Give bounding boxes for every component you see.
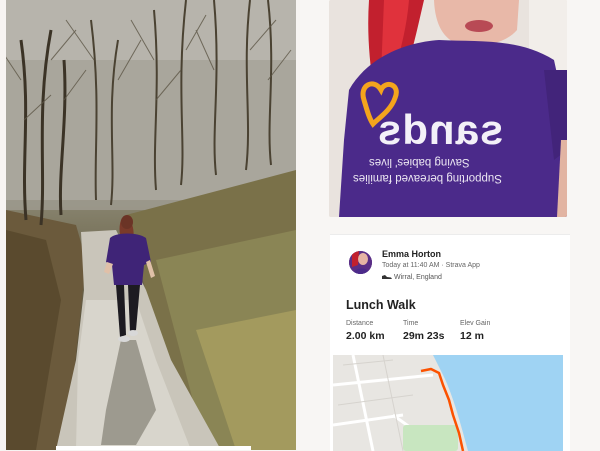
activity-card[interactable]: Emma Horton Today at 11:40 AM · Strava A… <box>330 234 570 451</box>
right-column: sands Saving babies' lives Supporting be… <box>300 0 600 451</box>
photo-bottom-bar <box>56 446 251 450</box>
shirt-logo-text: sands <box>377 106 504 153</box>
activity-title[interactable]: Lunch Walk <box>346 298 416 312</box>
shirt-tagline-1: Saving babies' lives <box>369 156 470 168</box>
selfie-photo: sands Saving babies' lives Supporting be… <box>329 0 567 217</box>
user-name[interactable]: Emma Horton <box>382 249 441 259</box>
location-row: Wirral, England <box>382 274 442 281</box>
stat-value: 2.00 km <box>346 330 385 342</box>
shoe-icon <box>382 275 392 280</box>
location-text: Wirral, England <box>394 274 442 281</box>
stat-value: 29m 23s <box>403 330 445 342</box>
stat-label: Distance <box>346 320 374 327</box>
avatar[interactable] <box>349 251 372 274</box>
route-map[interactable] <box>333 355 563 451</box>
stat-distance: Distance 2.00 km <box>346 320 385 342</box>
stat-label: Elev Gain <box>460 320 491 327</box>
stat-elev-gain: Elev Gain 12 m <box>460 320 490 342</box>
profile-row: Emma Horton Today at 11:40 AM · Strava A… <box>346 249 566 289</box>
activity-meta: Today at 11:40 AM · Strava App <box>382 262 480 269</box>
stat-value: 12 m <box>460 330 484 342</box>
shirt-tagline-2: Supporting bereaved families <box>353 172 502 184</box>
activity-stats: Distance 2.00 km Time 29m 23s Elev Gain … <box>346 320 566 350</box>
stat-label: Time <box>403 320 419 327</box>
walking-photo <box>6 0 296 450</box>
stat-time: Time 29m 23s <box>403 320 444 342</box>
